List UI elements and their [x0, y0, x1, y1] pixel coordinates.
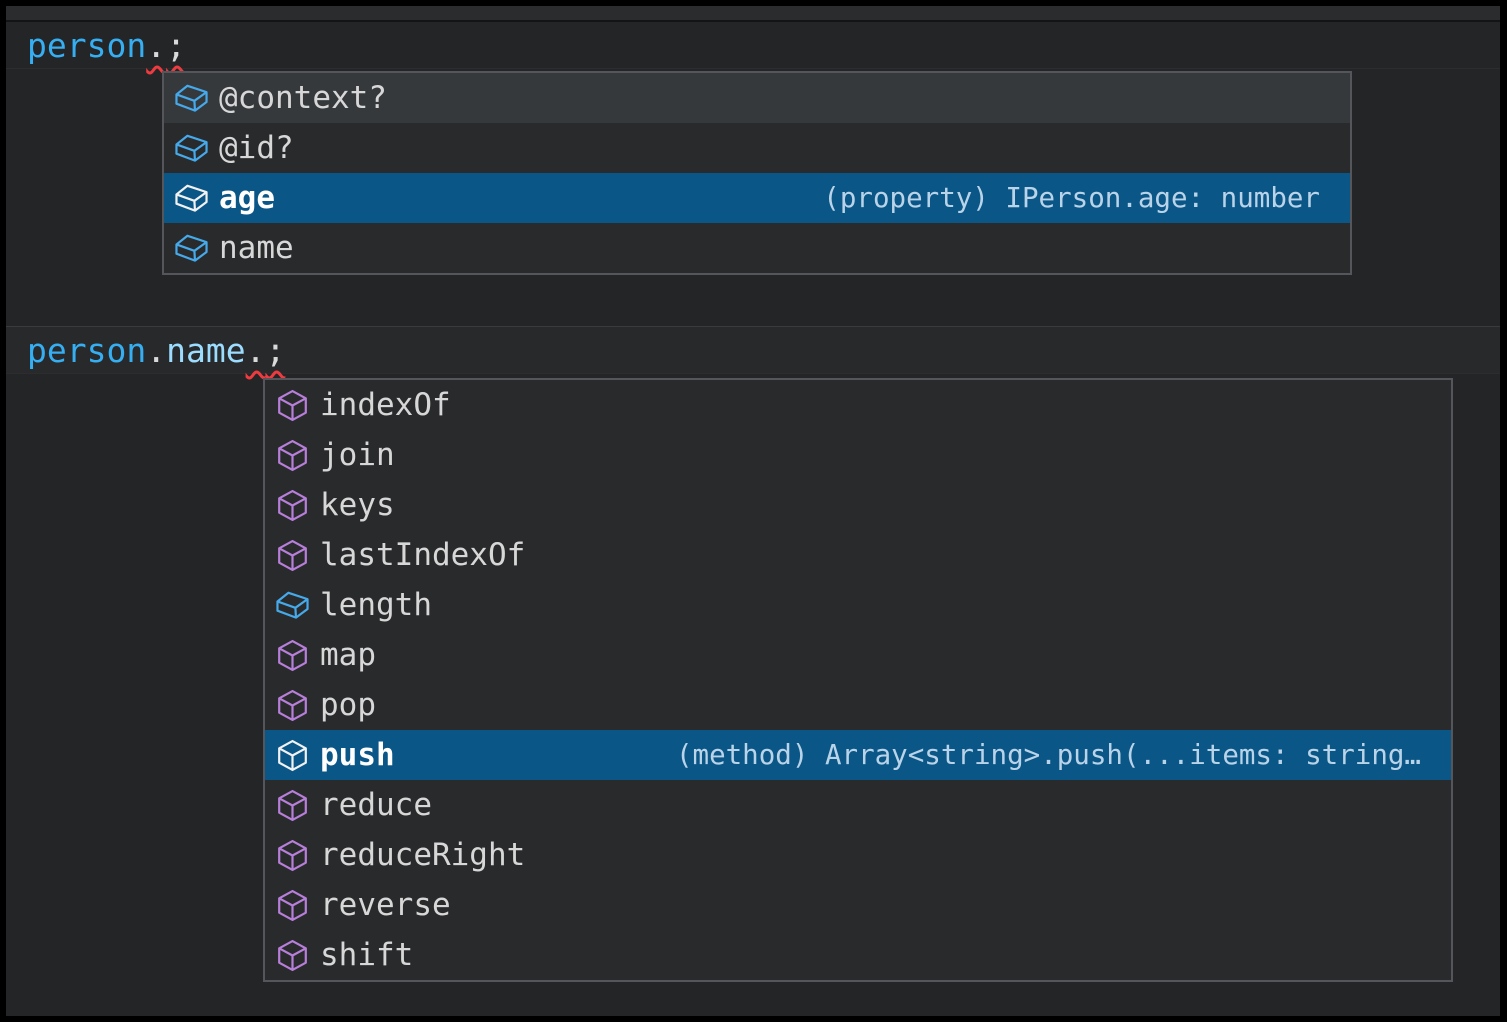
cropped-line-strip	[6, 6, 1500, 22]
suggest-item-label: map	[320, 637, 376, 673]
symbol-method-icon	[274, 487, 311, 524]
suggest-item-id[interactable]: @id?	[164, 123, 1350, 173]
suggest-item-label: reduce	[320, 787, 432, 823]
code-line-1[interactable]: person.;	[6, 22, 1500, 69]
suggest-item-label: name	[219, 230, 294, 266]
suggest-item-context[interactable]: @context?	[164, 73, 1350, 123]
symbol-field-icon	[173, 80, 210, 117]
suggest-item-reduce[interactable]: reduce	[265, 780, 1451, 830]
symbol-field-icon	[173, 180, 210, 217]
suggest-item-label: push	[320, 737, 395, 773]
suggest-item-label: join	[320, 437, 395, 473]
suggest-item-label: reduceRight	[320, 837, 525, 873]
suggest-item-label: lastIndexOf	[320, 537, 525, 573]
code-token: person	[27, 26, 146, 65]
code-token: .	[146, 331, 166, 370]
code-token: ;	[265, 331, 285, 370]
suggest-item-label: @id?	[219, 130, 294, 166]
code-line-2[interactable]: person.name.;	[6, 326, 1500, 374]
suggest-item-length[interactable]: length	[265, 580, 1451, 630]
code-token: ;	[166, 26, 186, 65]
suggest-item-detail: (method) Array<string>.push(...items: st…	[676, 739, 1421, 771]
suggest-item-label: keys	[320, 487, 395, 523]
symbol-method-icon	[274, 937, 311, 974]
suggest-item-indexof[interactable]: indexOf	[265, 380, 1451, 430]
suggest-item-age-selected[interactable]: age (property) IPerson.age: number	[164, 173, 1350, 223]
symbol-method-icon	[274, 887, 311, 924]
code-token: .	[246, 331, 266, 370]
symbol-method-icon	[274, 437, 311, 474]
symbol-method-icon	[274, 637, 311, 674]
editor-screenshot: person.; @context? @id? age (property) I…	[0, 0, 1507, 1022]
suggest-item-pop[interactable]: pop	[265, 680, 1451, 730]
suggest-item-label: @context?	[219, 80, 387, 116]
symbol-field-icon	[173, 230, 210, 267]
suggest-item-keys[interactable]: keys	[265, 480, 1451, 530]
suggest-item-label: length	[320, 587, 432, 623]
suggest-widget-person: @context? @id? age (property) IPerson.ag…	[162, 71, 1352, 275]
code-token: .	[146, 26, 166, 65]
suggest-item-lastindexof[interactable]: lastIndexOf	[265, 530, 1451, 580]
symbol-method-icon	[274, 387, 311, 424]
symbol-method-icon	[274, 537, 311, 574]
suggest-item-push-selected[interactable]: push (method) Array<string>.push(...item…	[265, 730, 1451, 780]
suggest-item-reverse[interactable]: reverse	[265, 880, 1451, 930]
suggest-item-name[interactable]: name	[164, 223, 1350, 273]
code-token: person	[27, 331, 146, 370]
suggest-item-label: indexOf	[320, 387, 451, 423]
suggest-item-join[interactable]: join	[265, 430, 1451, 480]
symbol-method-icon	[274, 837, 311, 874]
suggest-item-shift[interactable]: shift	[265, 930, 1451, 980]
suggest-item-label: age	[219, 180, 275, 216]
symbol-method-icon	[274, 737, 311, 774]
symbol-field-icon	[274, 587, 311, 624]
suggest-item-label: reverse	[320, 887, 451, 923]
symbol-method-icon	[274, 787, 311, 824]
symbol-method-icon	[274, 687, 311, 724]
suggest-widget-person-name: indexOf join keys lastIndexOf length map	[263, 378, 1453, 982]
suggest-item-reduceright[interactable]: reduceRight	[265, 830, 1451, 880]
suggest-item-label: shift	[320, 937, 413, 973]
suggest-item-label: pop	[320, 687, 376, 723]
code-editor[interactable]: person.; @context? @id? age (property) I…	[6, 6, 1500, 1016]
suggest-item-map[interactable]: map	[265, 630, 1451, 680]
code-token: name	[166, 331, 245, 370]
symbol-field-icon	[173, 130, 210, 167]
suggest-item-detail: (property) IPerson.age: number	[823, 182, 1320, 214]
